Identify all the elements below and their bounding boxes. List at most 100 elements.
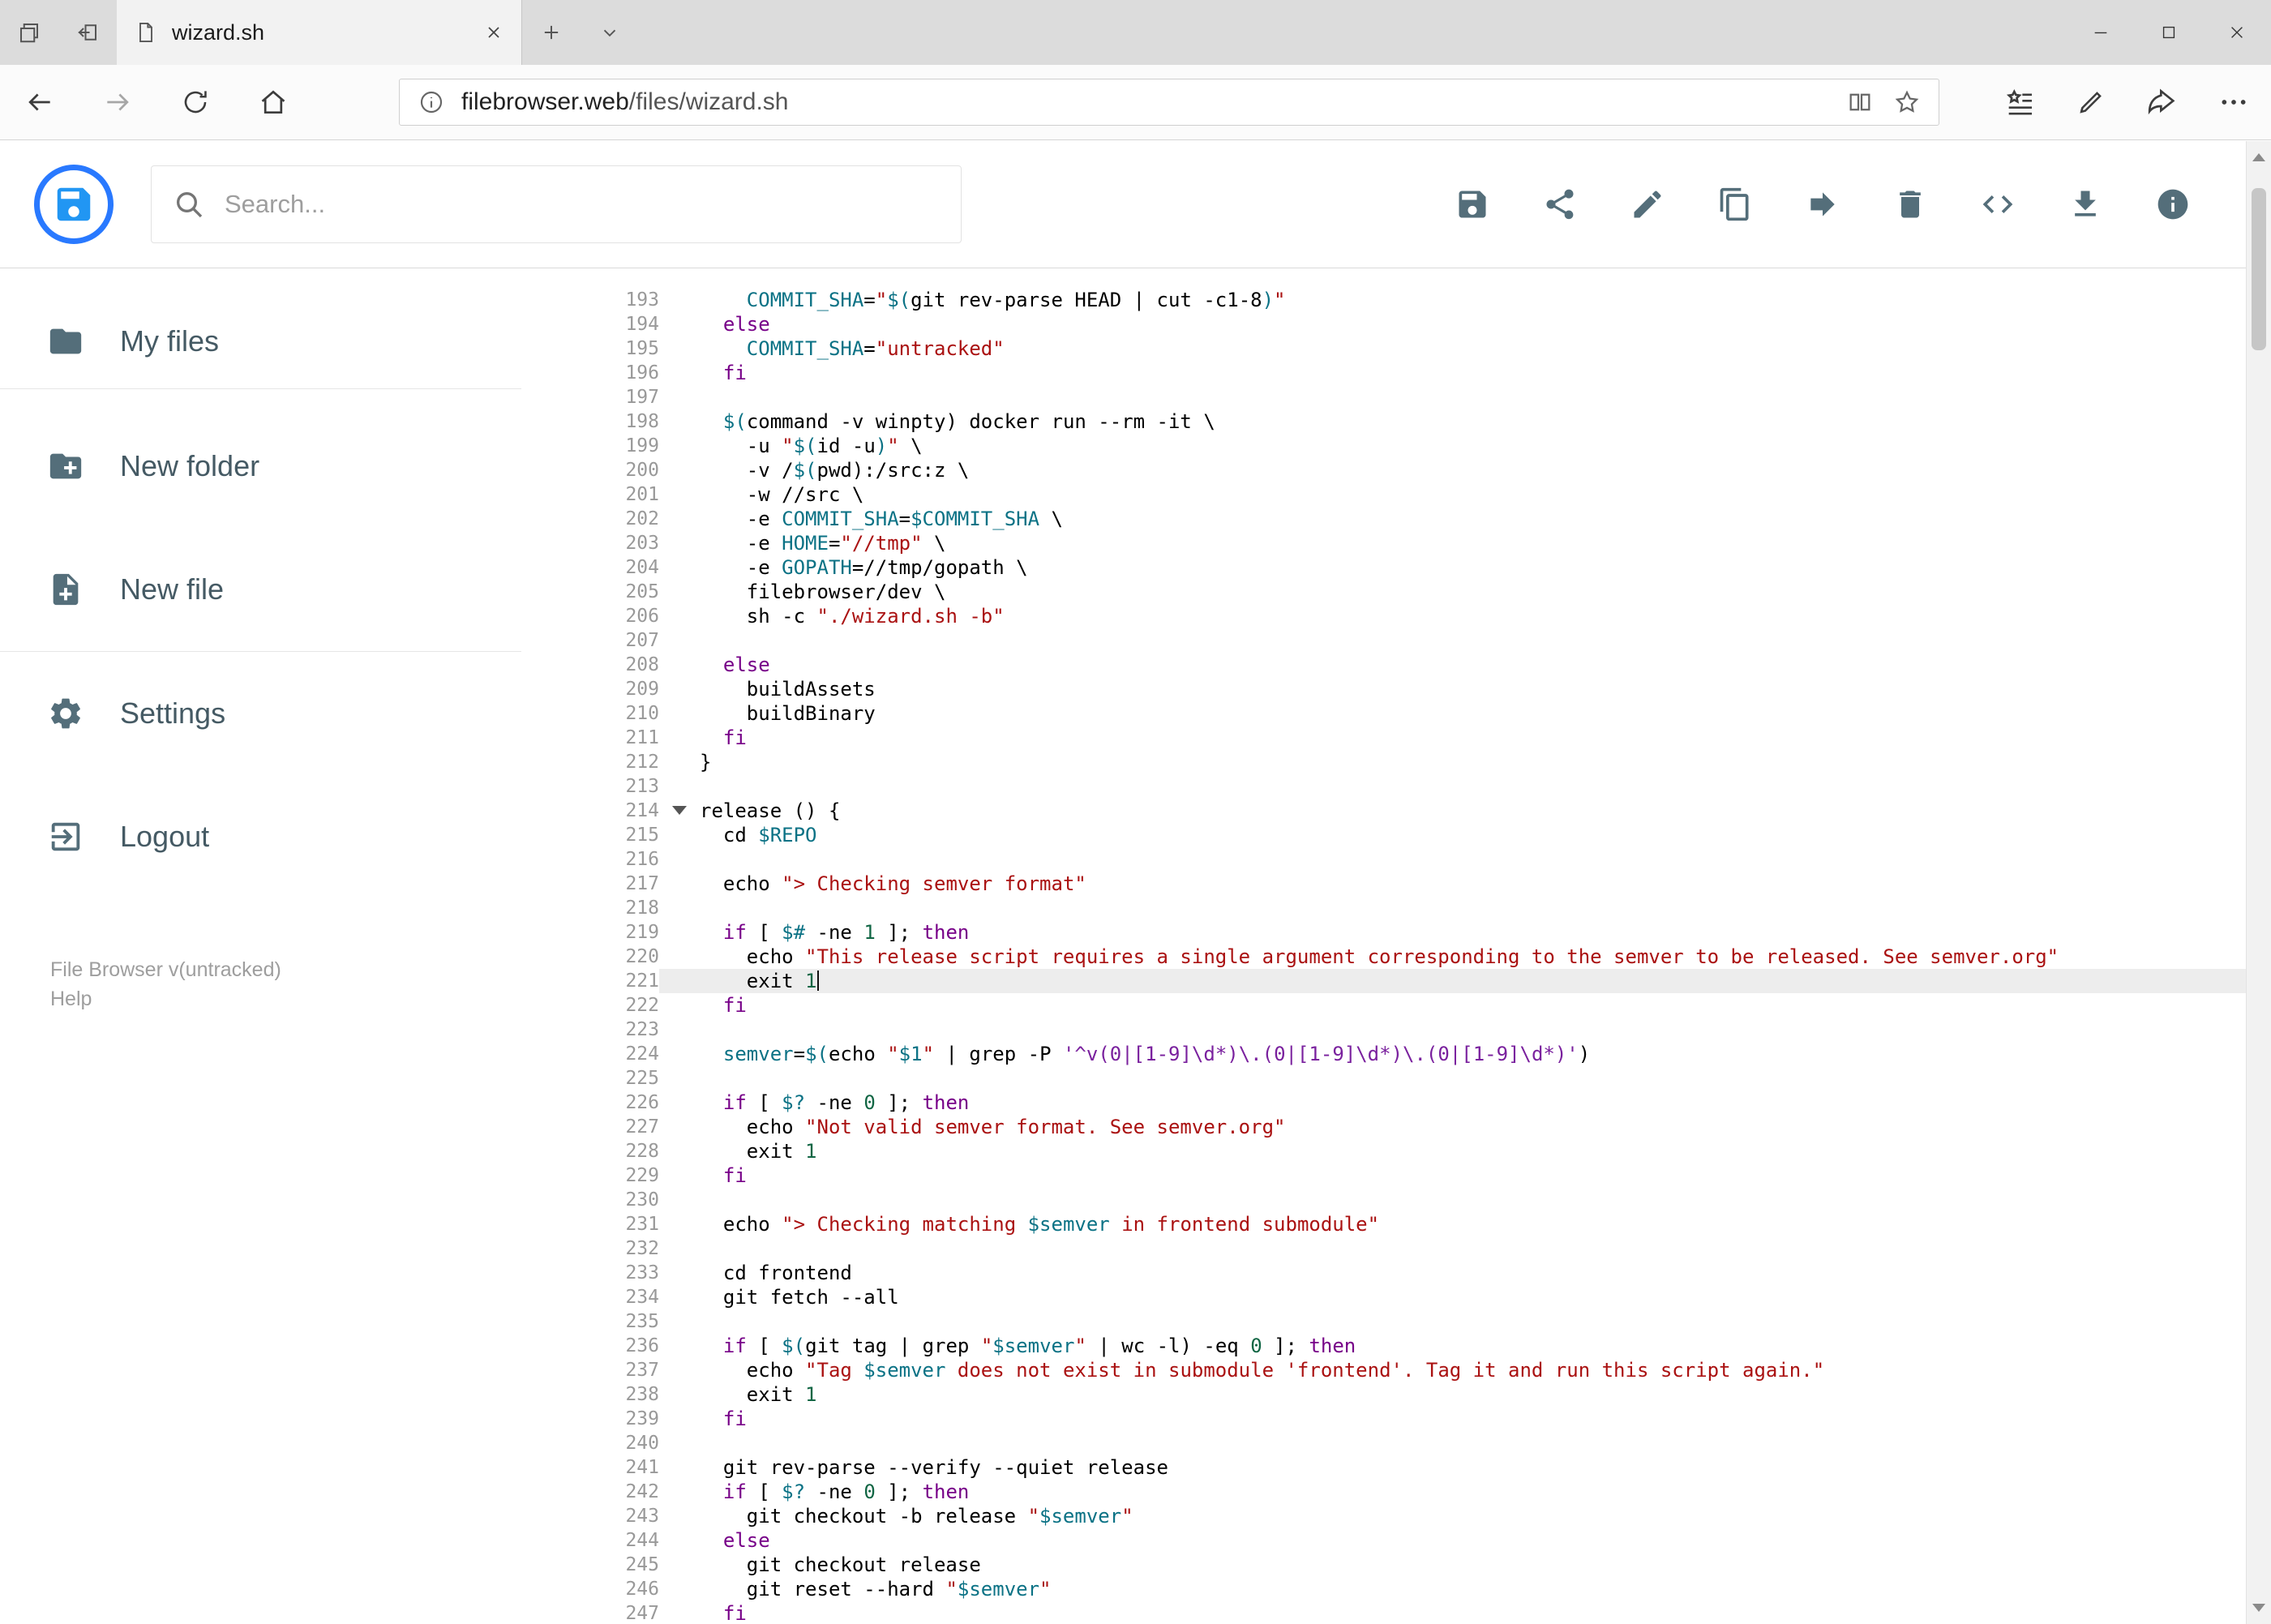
code-text[interactable]: echo "> Checking matching $semver in fro… [659,1212,2246,1236]
reading-view-icon[interactable] [1843,85,1877,119]
code-text[interactable]: if [ $# -ne 1 ]; then [659,920,2246,945]
code-text[interactable]: git checkout release [659,1553,2246,1577]
code-text[interactable]: if [ $? -ne 0 ]; then [659,1091,2246,1115]
help-link[interactable]: Help [50,984,281,1013]
code-text[interactable]: -v /$(pwd):/src:z \ [659,458,2246,482]
code-line[interactable]: 225 [521,1066,2246,1091]
sidebar-item-new-file[interactable]: New file [0,551,521,628]
code-line[interactable]: 219 if [ $# -ne 1 ]; then [521,920,2246,945]
code-text[interactable]: exit 1 [659,1139,2246,1163]
download-button[interactable] [2067,186,2104,223]
copy-button[interactable] [1716,186,1754,223]
code-line[interactable]: 196 fi [521,361,2246,385]
refresh-button[interactable] [172,79,219,126]
browser-tab[interactable]: wizard.sh [117,0,522,65]
code-line[interactable]: 212} [521,750,2246,774]
code-text[interactable]: } [659,750,2246,774]
code-text[interactable]: -w //src \ [659,482,2246,507]
code-line[interactable]: 208 else [521,653,2246,677]
code-text[interactable]: -u "$(id -u)" \ [659,434,2246,458]
set-tabs-aside-icon[interactable] [58,0,117,65]
back-button[interactable] [16,79,63,126]
code-text[interactable] [659,1018,2246,1042]
sidebar-item-new-folder[interactable]: New folder [0,427,521,505]
code-text[interactable] [659,1431,2246,1455]
code-line[interactable]: 198 $(command -v winpty) docker run --rm… [521,409,2246,434]
code-line[interactable]: 239 fi [521,1407,2246,1431]
code-line[interactable]: 233 cd frontend [521,1261,2246,1285]
code-line[interactable]: 204 -e GOPATH=//tmp/gopath \ [521,555,2246,580]
code-text[interactable] [659,774,2246,799]
code-text[interactable]: fi [659,993,2246,1018]
code-text[interactable]: sh -c "./wizard.sh -b" [659,604,2246,628]
code-line[interactable]: 199 -u "$(id -u)" \ [521,434,2246,458]
code-line[interactable]: 215 cd $REPO [521,823,2246,847]
hub-favorites-icon[interactable] [1999,79,2041,126]
site-info-icon[interactable] [414,85,448,119]
code-line[interactable]: 214 release () { [521,799,2246,823]
code-text[interactable]: buildAssets [659,677,2246,701]
code-line[interactable]: 209 buildAssets [521,677,2246,701]
code-text[interactable]: fi [659,1407,2246,1431]
code-text[interactable]: COMMIT_SHA="untracked" [659,336,2246,361]
code-line[interactable]: 241 git rev-parse --verify --quiet relea… [521,1455,2246,1480]
sidebar-item-logout[interactable]: Logout [0,798,521,876]
code-line[interactable]: 246 git reset --hard "$semver" [521,1577,2246,1601]
code-line[interactable]: 242 if [ $? -ne 0 ]; then [521,1480,2246,1504]
new-tab-button[interactable] [522,0,581,65]
code-text[interactable] [659,628,2246,653]
code-text[interactable]: else [659,653,2246,677]
forward-button[interactable] [94,79,141,126]
code-line[interactable]: 224 semver=$(echo "$1" | grep -P '^v(0|[… [521,1042,2246,1066]
code-line[interactable]: 210 buildBinary [521,701,2246,726]
share-page-icon[interactable] [2141,79,2183,126]
code-line[interactable]: 231 echo "> Checking matching $semver in… [521,1212,2246,1236]
code-line[interactable]: 238 exit 1 [521,1382,2246,1407]
code-text[interactable]: git rev-parse --verify --quiet release [659,1455,2246,1480]
code-line[interactable]: 216 [521,847,2246,872]
code-line[interactable]: 247 fi [521,1601,2246,1624]
code-text[interactable]: filebrowser/dev \ [659,580,2246,604]
code-line[interactable]: 235 [521,1309,2246,1334]
code-text[interactable]: COMMIT_SHA="$(git rev-parse HEAD | cut -… [659,288,2246,312]
code-line[interactable]: 205 filebrowser/dev \ [521,580,2246,604]
code-text[interactable]: fi [659,1601,2246,1624]
code-line[interactable]: 222 fi [521,993,2246,1018]
code-line[interactable]: 220 echo "This release script requires a… [521,945,2246,969]
code-editor[interactable]: 193 COMMIT_SHA="$(git rev-parse HEAD | c… [521,268,2246,1624]
code-text[interactable]: fi [659,361,2246,385]
code-text[interactable] [659,1188,2246,1212]
code-line[interactable]: 202 -e COMMIT_SHA=$COMMIT_SHA \ [521,507,2246,531]
code-text[interactable]: release () { [659,799,2246,823]
close-window-button[interactable] [2203,0,2271,65]
code-line[interactable]: 244 else [521,1528,2246,1553]
scrollbar-thumb[interactable] [2252,188,2266,350]
fold-marker-icon[interactable] [672,806,687,815]
code-text[interactable]: echo "Not valid semver format. See semve… [659,1115,2246,1139]
code-text[interactable]: -e GOPATH=//tmp/gopath \ [659,555,2246,580]
code-line[interactable]: 213 [521,774,2246,799]
search-input[interactable] [225,189,940,219]
code-line[interactable]: 211 fi [521,726,2246,750]
code-text[interactable]: fi [659,1163,2246,1188]
code-line[interactable]: 234 git fetch --all [521,1285,2246,1309]
code-line[interactable]: 201 -w //src \ [521,482,2246,507]
code-text[interactable]: git fetch --all [659,1285,2246,1309]
code-text[interactable]: buildBinary [659,701,2246,726]
code-text[interactable]: echo "This release script requires a sin… [659,945,2246,969]
code-line[interactable]: 194 else [521,312,2246,336]
home-button[interactable] [250,79,297,126]
code-text[interactable] [659,385,2246,409]
address-bar[interactable]: filebrowser.web/files/wizard.sh [399,79,1939,126]
share-button[interactable] [1541,186,1579,223]
code-text[interactable]: -e HOME="//tmp" \ [659,531,2246,555]
code-text[interactable] [659,847,2246,872]
code-line[interactable]: 221 exit 1 [521,969,2246,993]
code-text[interactable]: echo "Tag $semver does not exist in subm… [659,1358,2246,1382]
code-text[interactable]: cd frontend [659,1261,2246,1285]
code-text[interactable]: semver=$(echo "$1" | grep -P '^v(0|[1-9]… [659,1042,2246,1066]
code-line[interactable]: 197 [521,385,2246,409]
scroll-down-arrow[interactable] [2247,1592,2271,1624]
favorite-star-icon[interactable] [1890,85,1924,119]
code-text[interactable]: if [ $? -ne 0 ]; then [659,1480,2246,1504]
